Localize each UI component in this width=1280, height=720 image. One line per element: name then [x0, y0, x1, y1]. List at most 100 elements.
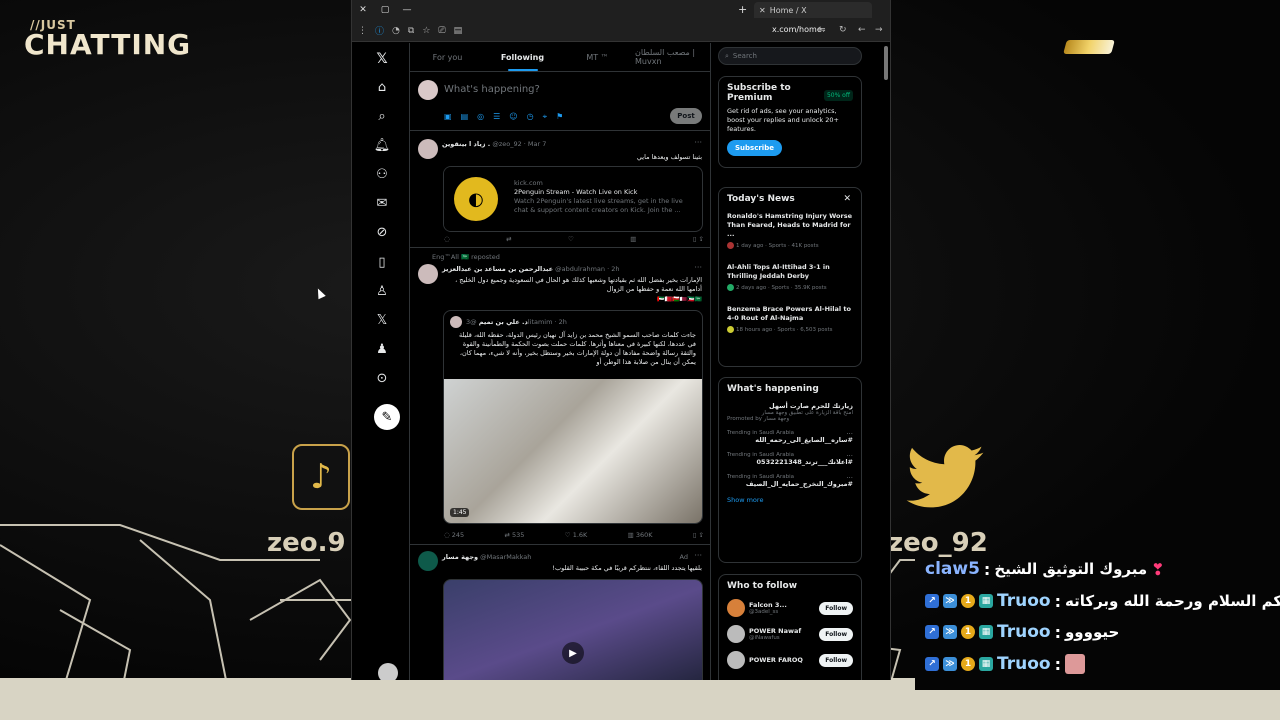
scrollbar[interactable]: [884, 46, 888, 80]
follow-name: POWER Nawaf: [749, 627, 802, 635]
reply-icon[interactable]: ◌: [444, 235, 450, 243]
location-icon[interactable]: ⌖: [543, 112, 548, 122]
maximize-icon[interactable]: ▢: [374, 5, 396, 15]
flag-icon[interactable]: ⚑: [556, 112, 563, 122]
search-input[interactable]: ⌕ Search: [718, 47, 862, 65]
follow-suggestion[interactable]: POWER Nawaf @iNawafus Follow: [727, 625, 853, 643]
address-bar[interactable]: x.com/home: [772, 25, 822, 34]
back-icon[interactable]: ←: [858, 25, 866, 35]
views-icon[interactable]: ▥: [630, 235, 636, 243]
grok-icon[interactable]: ⊘: [372, 222, 392, 242]
card-desc: Watch 2Penguin's latest live streams, ge…: [514, 197, 683, 214]
follow-button[interactable]: Follow: [819, 654, 853, 667]
extensions-icon[interactable]: ⧉: [408, 26, 414, 36]
new-tab-icon[interactable]: +: [738, 3, 747, 16]
author-name[interactable]: عبدالرحمن بن مساعد بن عبدالعزيز: [442, 265, 553, 273]
author-name[interactable]: زياد ا بينقوين .: [442, 140, 490, 148]
compose-input[interactable]: What's happening?: [444, 84, 540, 95]
timeline-tabs: For you Following MT ™ مصعب السلطان | Mu…: [410, 43, 710, 72]
compose-post-button[interactable]: ✎: [374, 404, 400, 430]
schedule-icon[interactable]: ◷: [527, 112, 534, 122]
tab-for-you[interactable]: For you: [410, 43, 485, 71]
tab-home-x[interactable]: ✕ Home / X: [754, 2, 872, 18]
video-player[interactable]: 1:45: [444, 379, 702, 523]
badge-icon: ≫: [943, 594, 957, 608]
follow-suggestion[interactable]: POWER FAROQ Follow: [727, 651, 853, 669]
image-icon[interactable]: ▣: [444, 112, 452, 122]
close-window-icon[interactable]: ✕: [352, 5, 374, 15]
reload-icon[interactable]: ↻: [839, 25, 847, 35]
tweet-ad[interactable]: وجهة مسار @MasarMakkah ··· Ad بلقيها يتج…: [410, 545, 710, 680]
reply-count[interactable]: ◌ 245: [444, 531, 464, 539]
twitter-bird-icon: [906, 445, 984, 508]
x-logo-icon[interactable]: 𝕏: [372, 49, 392, 69]
subscribe-button[interactable]: Subscribe: [727, 140, 782, 156]
play-icon[interactable]: ▶: [562, 642, 584, 664]
reader-icon[interactable]: ▤: [454, 26, 463, 36]
news-item[interactable]: Al-Ahli Tops Al-Ittihad 3-1 in Thrilling…: [727, 263, 853, 291]
tab-mt[interactable]: MT ™: [560, 43, 635, 71]
ad-label: Ad: [679, 553, 688, 561]
search-icon[interactable]: ⌕: [372, 106, 392, 126]
jobs-icon[interactable]: ♙: [372, 281, 392, 301]
tweet[interactable]: زياد ا بينقوين . @zeo_92 · Mar 7 ··· بثي…: [410, 131, 710, 248]
ad-video[interactable]: ▶: [443, 579, 703, 680]
more-icon[interactable]: ···: [846, 430, 853, 438]
minimize-icon[interactable]: —: [396, 5, 418, 15]
forward-icon[interactable]: →: [875, 25, 883, 35]
repost-count[interactable]: ⇄ 535: [505, 531, 525, 539]
more-icon[interactable]: ···: [694, 551, 702, 560]
link-card[interactable]: ◐ kick.com 2Penguin Stream - Watch Live …: [443, 166, 703, 232]
quote-author[interactable]: د. علي بن تميم: [479, 318, 528, 326]
tab-muvxn[interactable]: مصعب السلطان | Muvxn: [635, 43, 710, 71]
trend-item[interactable]: Trending in Saudi Arabia ··· #اعلانك___ت…: [727, 452, 853, 466]
star-icon[interactable]: ☆: [422, 26, 430, 36]
tab-close-icon[interactable]: ✕: [759, 6, 766, 15]
promoted-trend[interactable]: زيارتك للحرم صارت أسهل امنح باقة الزيارة…: [727, 402, 853, 422]
news-item[interactable]: Benzema Brace Powers Al-Hilal to 4-0 Rou…: [727, 305, 853, 333]
follow-button[interactable]: Follow: [819, 602, 853, 615]
follow-button[interactable]: Follow: [819, 628, 853, 641]
like-icon[interactable]: ♡: [568, 235, 574, 243]
follow-suggestion[interactable]: Falcon 3... @3adel_ss Follow: [727, 599, 853, 617]
more-icon[interactable]: ⊙: [372, 368, 392, 388]
news-item[interactable]: Ronaldo's Hamstring Injury Worse Than Fe…: [727, 212, 853, 249]
translate-icon[interactable]: ⇋: [818, 25, 826, 35]
emoji-icon[interactable]: ☺: [509, 112, 517, 122]
bookmarks-icon[interactable]: ▯: [372, 252, 392, 272]
notifications-icon[interactable]: 🔔︎: [372, 135, 392, 155]
messages-icon[interactable]: ✉: [372, 193, 392, 213]
profile-icon[interactable]: ♟: [372, 339, 392, 359]
tab-following[interactable]: Following: [485, 43, 560, 71]
home-icon[interactable]: ⌂: [372, 77, 392, 97]
follow-info: POWER Nawaf @iNawafus: [749, 627, 801, 641]
more-icon[interactable]: ···: [694, 138, 702, 147]
screenshot-icon[interactable]: ⎚: [438, 26, 445, 36]
more-icon[interactable]: ···: [846, 452, 853, 460]
grok-icon[interactable]: ◎: [477, 112, 484, 122]
bookmark-icon[interactable]: ▯ ⇪: [693, 531, 704, 539]
trend-item[interactable]: Trending in Saudi Arabia ··· #ساره__الصا…: [727, 430, 853, 444]
poll-icon[interactable]: ☰: [493, 112, 500, 122]
repost-icon[interactable]: ⇄: [506, 235, 511, 243]
menu-dots-icon[interactable]: ⋮: [358, 26, 367, 36]
quoted-tweet[interactable]: د. علي بن تميم @3litamim · 2h جاءت كلمات…: [443, 310, 703, 524]
author-name[interactable]: وجهة مسار: [442, 553, 478, 561]
gif-icon[interactable]: ▤: [461, 112, 469, 122]
chat-message: ↗ ≫ 1 ▦ Truoo : وعليكم السلام ورحمة الله…: [925, 588, 1280, 614]
show-more-link[interactable]: Show more: [727, 496, 853, 504]
tweet[interactable]: Eng™All 🇸🇦 reposted عبدالرحمن بن مساعد ب…: [410, 248, 710, 545]
more-icon[interactable]: ···: [694, 263, 702, 272]
trend-item[interactable]: Trending in Saudi Arabia ··· #مبروك_التخ…: [727, 474, 853, 488]
close-icon[interactable]: ✕: [843, 194, 851, 204]
premium-x-icon[interactable]: 𝕏: [372, 310, 392, 330]
shield-icon[interactable]: ◔: [392, 26, 400, 36]
like-count[interactable]: ♡ 1.6K: [565, 531, 588, 539]
follow-icon[interactable]: ⚇: [372, 164, 392, 184]
more-icon[interactable]: ···: [846, 474, 853, 482]
account-avatar[interactable]: [378, 663, 398, 680]
info-icon[interactable]: ⓘ: [375, 24, 384, 37]
bookmark-icon[interactable]: ▯ ⇪: [693, 235, 704, 243]
post-button[interactable]: Post: [670, 108, 702, 124]
view-count[interactable]: ▥ 360K: [628, 531, 653, 539]
